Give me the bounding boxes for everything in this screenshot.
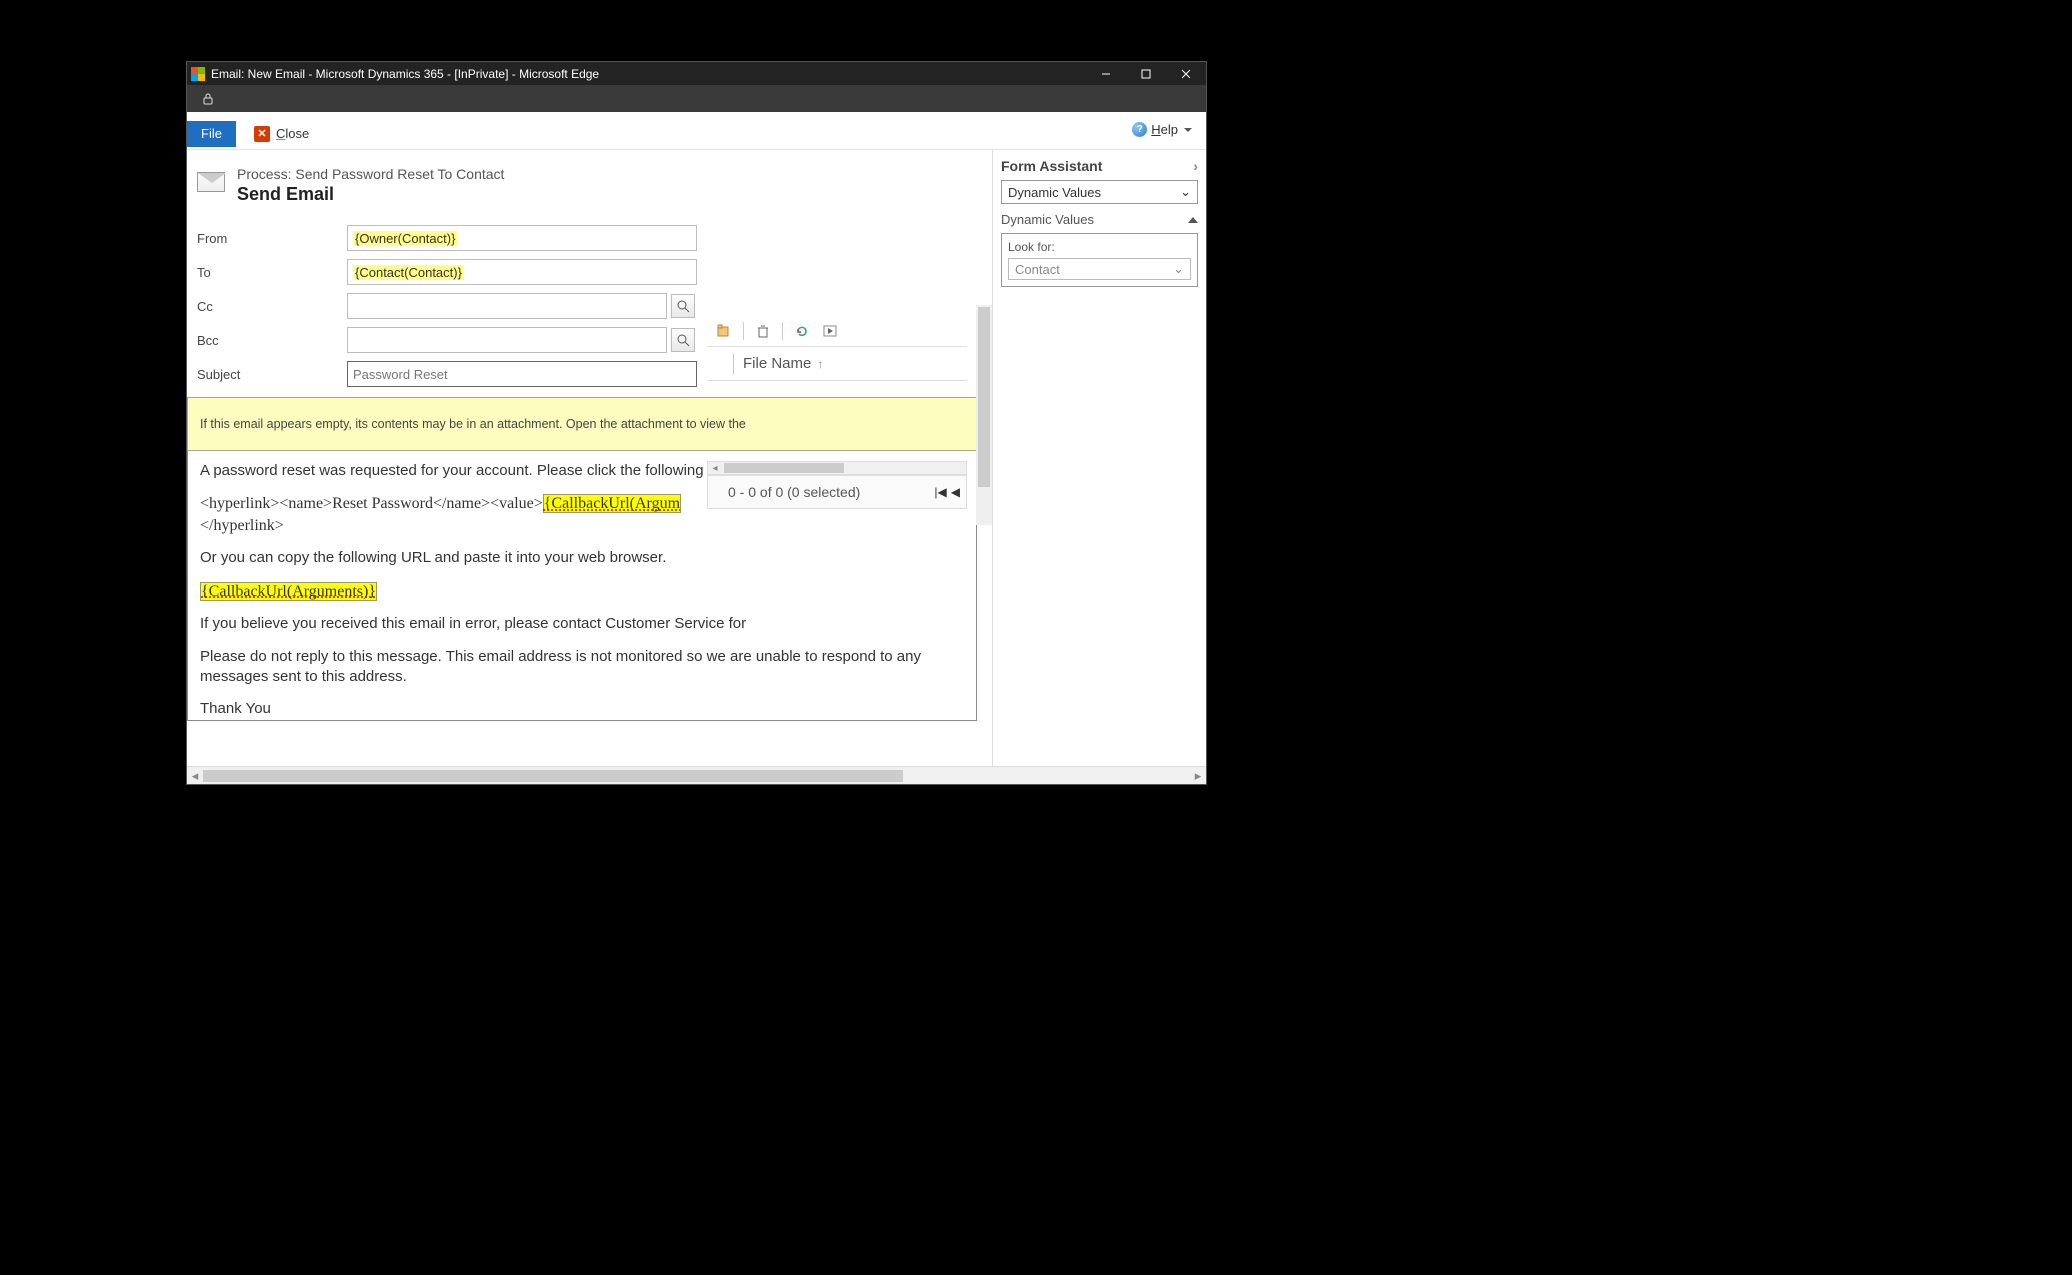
form-title: Send Email [237,184,504,205]
lock-icon [201,92,215,106]
form-assistant-collapse-icon[interactable]: › [1193,158,1198,174]
attachments-panel: File Name ↑ ◂ 0 - 0 of 0 (0 selected) |◀… [707,315,967,509]
window-title: Email: New Email - Microsoft Dynamics 36… [211,67,1086,81]
attach-delete-icon[interactable] [754,322,772,340]
chevron-down-icon: ⌄ [1180,184,1191,200]
main-v-scrollbar[interactable] [976,305,992,525]
attach-play-icon[interactable] [821,322,839,340]
close-button[interactable]: ✕ Close [254,126,309,142]
attachments-status-bar: 0 - 0 of 0 (0 selected) |◀ ◀ [707,475,967,509]
cc-label: Cc [197,299,347,314]
email-icon [197,172,225,192]
bcc-lookup-button[interactable] [671,328,695,352]
body-para-6: Please do not reply to this message. Thi… [200,647,964,688]
bcc-label: Bcc [197,333,347,348]
attach-refresh-icon[interactable] [793,322,811,340]
body-para-7: Thank You [200,699,964,719]
body-callback-token-line: {CallbackUrl(Arguments)} [200,581,964,603]
attach-new-icon[interactable] [715,322,733,340]
filename-column-label: File Name [743,355,811,372]
from-token: {Owner(Contact)} [353,231,457,246]
to-token: {Contact(Contact)} [353,265,464,280]
subject-input[interactable]: Password Reset [347,361,697,387]
lookfor-select[interactable]: Contact ⌄ [1008,258,1191,280]
callback-url-token-1: {CallbackUrl(Argum [543,494,681,513]
browser-address-bar [187,85,1206,112]
attachments-column-header[interactable]: File Name ↑ [707,347,967,381]
form-assistant-title: Form Assistant [1001,158,1102,174]
assistant-mode-select[interactable]: Dynamic Values ⌄ [1001,180,1198,204]
dynamics-logo-icon [191,67,205,81]
to-label: To [197,265,347,280]
body-para-3: Or you can copy the following URL and pa… [200,548,964,568]
help-button[interactable]: ? Help [1132,122,1192,137]
app-window: Email: New Email - Microsoft Dynamics 36… [187,62,1206,784]
process-breadcrumb: Process: Send Password Reset To Contact [237,166,504,182]
file-button[interactable]: File [187,121,236,147]
assistant-section-title: Dynamic Values [1001,212,1094,227]
window-maximize-button[interactable] [1126,62,1166,85]
close-icon: ✕ [254,126,270,142]
attachments-prev-page-icon[interactable]: ◀ [951,485,960,499]
command-bar: File ✕ Close ? Help [187,112,1206,150]
callback-url-token-2: {CallbackUrl(Arguments)} [200,582,377,601]
sort-ascending-icon: ↑ [817,357,823,371]
form-assistant-panel: Form Assistant › Dynamic Values ⌄ Dynami… [992,150,1206,766]
window-titlebar: Email: New Email - Microsoft Dynamics 36… [187,62,1206,85]
bcc-input[interactable] [347,327,667,353]
lookfor-label: Look for: [1008,240,1191,254]
from-label: From [197,231,347,246]
cc-lookup-button[interactable] [671,294,695,318]
to-input[interactable]: {Contact(Contact)} [347,259,697,285]
subject-label: Subject [197,367,347,382]
attachments-count-text: 0 - 0 of 0 (0 selected) [728,484,860,500]
cc-input[interactable] [347,293,667,319]
body-para-5: If you believe you received this email i… [200,614,964,634]
window-close-button[interactable] [1166,62,1206,85]
attachments-toolbar [707,315,967,347]
attachments-first-page-icon[interactable]: |◀ [934,485,946,499]
window-h-scrollbar[interactable]: ◂ ▸ [187,766,1206,784]
from-input[interactable]: {Owner(Contact)} [347,225,697,251]
chevron-down-icon [1184,128,1192,132]
help-icon: ? [1132,122,1147,137]
page-header: Process: Send Password Reset To Contact … [187,150,977,225]
triangle-up-icon[interactable] [1188,217,1198,223]
attachments-empty-area [707,381,967,461]
attachments-h-scrollbar[interactable]: ◂ [707,461,967,475]
chevron-down-icon: ⌄ [1173,261,1184,277]
window-minimize-button[interactable] [1086,62,1126,85]
